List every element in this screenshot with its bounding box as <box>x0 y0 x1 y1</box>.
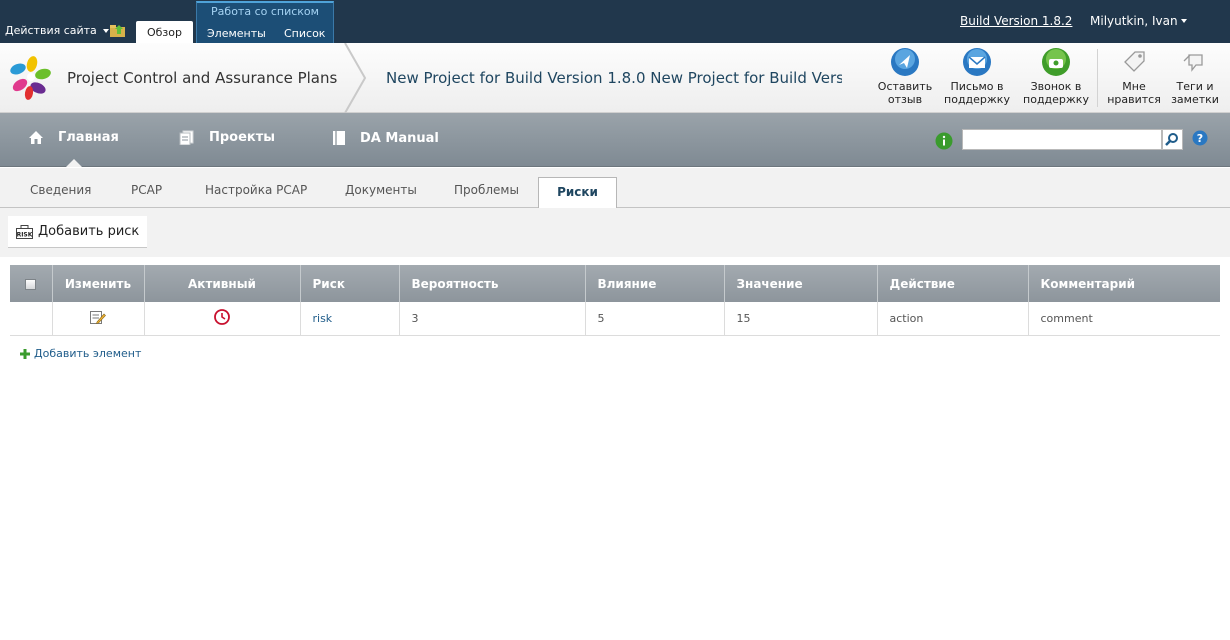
nav-item-home[interactable]: Главная <box>28 130 119 145</box>
nav-item-projects[interactable]: Проекты <box>179 130 275 145</box>
column-header-value[interactable]: Значение <box>724 265 878 302</box>
qa-label-line2: отзыв <box>887 93 923 106</box>
home-icon <box>29 131 43 144</box>
chevron-down-icon <box>102 28 109 33</box>
column-header-comment[interactable]: Комментарий <box>1028 265 1220 302</box>
build-version-link[interactable]: Build Version 1.8.2 <box>960 14 1072 28</box>
add-item-link[interactable]: Добавить элемент <box>20 347 141 360</box>
help-icon[interactable]: ? <box>1192 130 1208 146</box>
risks-table: Изменить Активный Риск Вероятность Влиян… <box>10 265 1220 336</box>
risk-link[interactable]: risk <box>313 312 333 325</box>
action-cell: action <box>877 302 1029 336</box>
nav-item-da-manual[interactable]: DA Manual <box>332 130 439 146</box>
comment-cell: comment <box>1028 302 1220 336</box>
search-icon <box>1165 133 1178 146</box>
nav-item-label: Главная <box>58 130 119 145</box>
chevron-down-icon <box>1180 19 1187 23</box>
page-title: New Project for Build Version 1.8.0 New … <box>386 69 842 87</box>
qa-label-line1: Звонок в <box>1030 80 1082 93</box>
call-support-button[interactable]: Звонок в поддержку <box>1019 47 1093 106</box>
book-icon <box>333 131 345 145</box>
select-all-header[interactable] <box>10 265 53 302</box>
navigate-up-folder-icon[interactable] <box>110 24 126 37</box>
qa-label-line2: поддержку <box>1023 93 1089 106</box>
list-toolbar: RISK Добавить риск <box>0 208 1230 257</box>
column-header-probability[interactable]: Вероятность <box>399 265 586 302</box>
tab-issues[interactable]: Проблемы <box>454 183 519 197</box>
select-all-checkbox[interactable] <box>25 278 37 290</box>
svg-text:?: ? <box>1197 132 1203 145</box>
user-name: Milyutkin, Ivan <box>1090 14 1178 28</box>
qa-label-line1: Письмо в <box>950 80 1004 93</box>
site-logo[interactable] <box>8 55 58 101</box>
qa-label-line1: Оставить <box>877 80 933 93</box>
email-support-button[interactable]: Письмо в поддержку <box>940 47 1014 106</box>
nav-item-label: DA Manual <box>360 130 439 146</box>
column-header-edit: Изменить <box>52 265 145 302</box>
tab-items[interactable]: Элементы <box>207 27 266 40</box>
ribbon-bar: Действия сайта Обзор Работа со списком Э… <box>0 0 1230 43</box>
column-header-action[interactable]: Действие <box>877 265 1029 302</box>
risk-icon: RISK <box>16 224 33 239</box>
tab-overview[interactable]: Обзор <box>136 21 193 43</box>
list-tools-group: Работа со списком Элементы Список <box>196 1 334 43</box>
leave-feedback-button[interactable]: Оставить отзыв <box>868 47 942 106</box>
clock-icon <box>214 308 230 325</box>
search-input[interactable] <box>962 129 1162 150</box>
tab-details[interactable]: Сведения <box>30 183 91 197</box>
table-row[interactable]: risk 3 5 15 action comment <box>10 302 1220 336</box>
value-cell: 15 <box>724 302 878 336</box>
info-icon[interactable] <box>935 132 953 150</box>
table-header-row: Изменить Активный Риск Вероятность Влиян… <box>10 265 1220 302</box>
tab-documents[interactable]: Документы <box>345 183 417 197</box>
user-menu[interactable]: Milyutkin, Ivan <box>1090 14 1187 28</box>
site-title[interactable]: Project Control and Assurance Plans <box>67 69 337 87</box>
site-actions-label: Действия сайта <box>5 24 97 37</box>
column-header-impact[interactable]: Влияние <box>585 265 725 302</box>
column-header-risk[interactable]: Риск <box>300 265 400 302</box>
subtabs-bar: Сведения PCAP Настройка PCAP Документы П… <box>0 168 1230 209</box>
column-header-active[interactable]: Активный <box>144 265 301 302</box>
tab-list[interactable]: Список <box>284 27 325 40</box>
list-tools-title: Работа со списком <box>211 5 319 18</box>
qa-label-line2: заметки <box>1171 93 1219 106</box>
tags-notes-button[interactable]: Теги и заметки <box>1158 47 1230 106</box>
tab-pcap[interactable]: PCAP <box>131 183 162 197</box>
qa-label-line2: поддержку <box>944 93 1010 106</box>
projects-icon <box>179 130 194 145</box>
tags-notes-icon <box>1183 54 1203 72</box>
edit-cell[interactable] <box>52 302 145 336</box>
tab-risks[interactable]: Риски <box>538 177 617 209</box>
edit-icon[interactable] <box>90 310 106 324</box>
add-risk-button[interactable]: RISK Добавить риск <box>8 216 147 248</box>
feedback-icon <box>891 48 919 76</box>
svg-text:RISK: RISK <box>17 231 33 238</box>
active-nav-indicator <box>66 159 82 167</box>
search-button[interactable] <box>1162 129 1183 150</box>
risk-cell[interactable]: risk <box>300 302 400 336</box>
impact-cell: 5 <box>585 302 725 336</box>
phone-icon <box>1042 48 1070 76</box>
like-tag-icon <box>1124 51 1145 72</box>
breadcrumb-separator <box>344 43 367 113</box>
qa-label-line1: Теги и <box>1176 80 1214 93</box>
probability-cell: 3 <box>399 302 586 336</box>
site-actions-menu[interactable]: Действия сайта <box>5 24 109 37</box>
add-item-label: Добавить элемент <box>34 347 142 360</box>
plus-icon <box>20 348 30 359</box>
row-select-cell[interactable] <box>10 302 53 336</box>
nav-item-label: Проекты <box>209 130 276 145</box>
title-row: Project Control and Assurance Plans New … <box>0 43 1230 113</box>
active-cell <box>144 302 301 336</box>
mail-icon <box>963 48 991 76</box>
add-risk-label: Добавить риск <box>38 224 140 239</box>
tab-pcap-settings[interactable]: Настройка PCAP <box>205 183 307 197</box>
